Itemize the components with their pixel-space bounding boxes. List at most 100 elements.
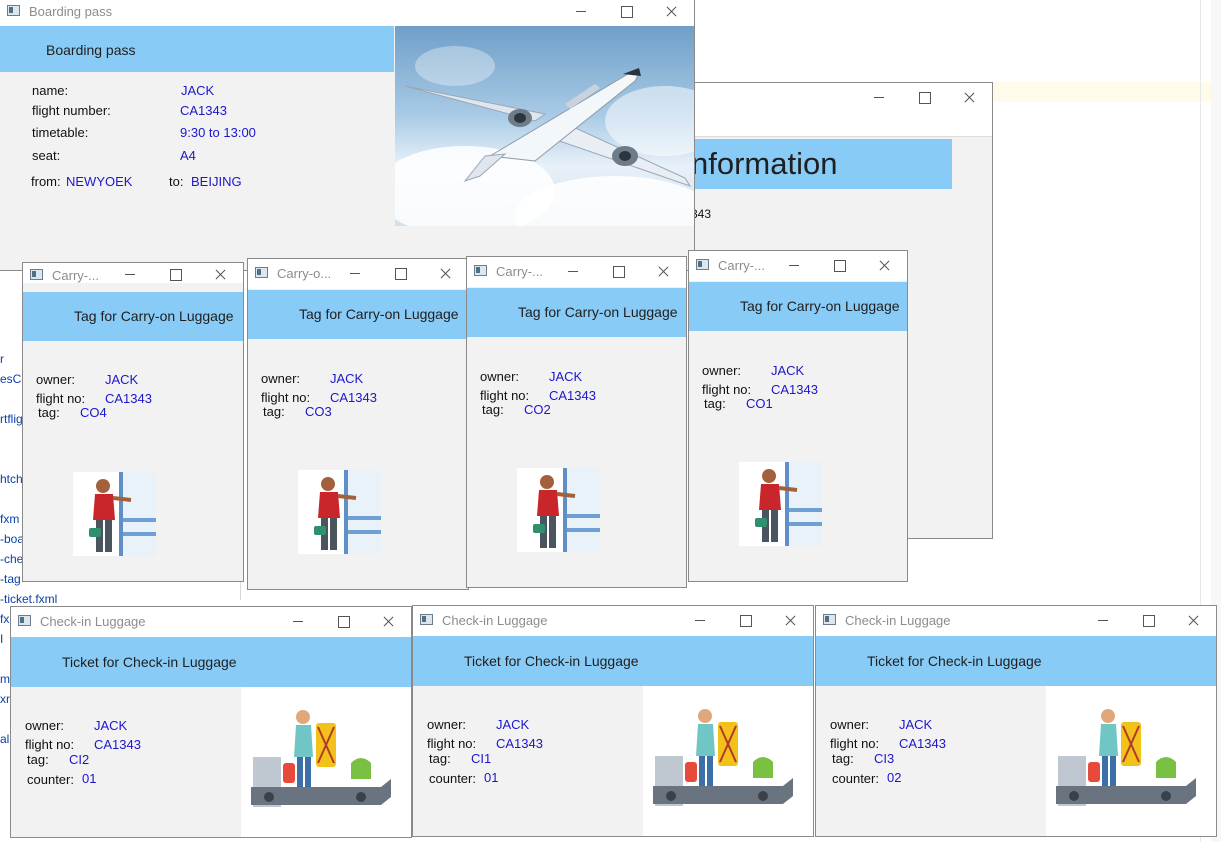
minimize-button[interactable] — [678, 606, 723, 636]
owner-value: JACK — [496, 717, 530, 732]
title-bar[interactable]: Carry-... — [467, 257, 686, 287]
project-tree-item[interactable]: fx — [0, 612, 9, 626]
close-button[interactable] — [423, 259, 468, 289]
maximize-button[interactable] — [321, 607, 366, 637]
maximize-button[interactable] — [902, 83, 947, 113]
project-tree-item[interactable]: r — [0, 352, 4, 366]
owner-label: owner: — [25, 718, 65, 733]
minimize-button[interactable] — [1081, 606, 1126, 636]
project-tree-item[interactable]: rtflig — [0, 412, 23, 426]
seat-label: seat: — [32, 148, 61, 163]
project-tree-item[interactable]: xr — [0, 692, 10, 706]
app-icon — [255, 267, 268, 278]
carry-on-heading: Tag for Carry-on Luggage — [689, 282, 907, 331]
title-bar[interactable]: Boarding pass — [0, 0, 694, 26]
maximize-button[interactable] — [817, 251, 862, 281]
information-heading: nformation — [691, 139, 952, 189]
menu-bar — [691, 113, 992, 137]
owner-label: owner: — [36, 372, 76, 387]
flight-no-label: flight no: — [25, 737, 75, 752]
close-button[interactable] — [768, 606, 813, 636]
maximize-button[interactable] — [1126, 606, 1171, 636]
tag-label: tag: — [27, 752, 49, 767]
carry-on-window-co1: Carry-... Tag for Carry-on Luggage owner… — [688, 250, 908, 582]
window-title: Carry-... — [52, 268, 99, 283]
project-tree-item[interactable]: -ticket.fxml — [0, 592, 57, 606]
airplane-icon — [404, 68, 692, 187]
close-button[interactable] — [641, 257, 686, 287]
flight-no-value: CA1343 — [94, 737, 141, 752]
close-button[interactable] — [1171, 606, 1216, 636]
window-title: Check-in Luggage — [442, 613, 548, 628]
owner-label: owner: — [702, 363, 742, 378]
title-bar[interactable]: Check-in Luggage — [11, 607, 411, 637]
title-bar[interactable] — [691, 83, 992, 113]
owner-value: JACK — [549, 369, 583, 384]
to-value: BEIJING — [191, 174, 242, 189]
traveler-icon — [89, 472, 156, 556]
close-button[interactable] — [198, 263, 243, 290]
seat-value: A4 — [180, 148, 196, 163]
flight-no-label: flight no: — [427, 736, 477, 751]
owner-label: owner: — [427, 717, 467, 732]
tag-value: CO3 — [305, 404, 332, 419]
project-tree-item[interactable]: al — [0, 732, 9, 746]
flight-no-value: CA1343 — [105, 391, 152, 406]
title-bar[interactable]: Check-in Luggage — [816, 606, 1216, 636]
minimize-button[interactable] — [333, 259, 378, 289]
project-tree-item[interactable]: -tag — [0, 572, 21, 586]
minimize-button[interactable] — [108, 263, 153, 290]
maximize-button[interactable] — [378, 259, 423, 289]
counter-label: counter: — [832, 771, 879, 786]
owner-label: owner: — [480, 369, 520, 384]
title-bar[interactable]: Check-in Luggage — [413, 606, 813, 636]
tag-value: CI3 — [874, 751, 895, 766]
window-title: Carry-... — [496, 264, 543, 279]
minimize-button[interactable] — [559, 0, 604, 27]
owner-value: JACK — [899, 717, 933, 732]
tag-label: tag: — [429, 751, 451, 766]
boarding-pass-window: Boarding pass Boarding pass name: JACK f… — [0, 0, 695, 271]
close-button[interactable] — [862, 251, 907, 281]
project-tree-item[interactable]: -boa — [0, 532, 24, 546]
maximize-button[interactable] — [596, 257, 641, 287]
check-in-window-ci2: Check-in Luggage Ticket for Check-in Lug… — [10, 606, 412, 838]
maximize-button[interactable] — [604, 0, 649, 27]
traveler-illustration — [739, 462, 822, 546]
minimize-button[interactable] — [276, 607, 321, 637]
maximize-button[interactable] — [723, 606, 768, 636]
counter-value: 01 — [484, 770, 499, 785]
traveler-illustration — [517, 468, 600, 552]
check-in-window-ci1: Check-in Luggage Ticket for Check-in Lug… — [412, 605, 814, 837]
traveler-illustration — [298, 470, 381, 554]
baggage-illustration — [241, 687, 411, 837]
tag-value: CO1 — [746, 396, 773, 411]
traveler-icon — [314, 470, 381, 554]
counter-value: 02 — [887, 770, 902, 785]
baggage-carousel-icon — [251, 710, 391, 807]
flight-no-label: flight no: — [830, 736, 880, 751]
minimize-button[interactable] — [551, 257, 596, 287]
title-bar[interactable]: Carry-... — [23, 263, 243, 283]
close-button[interactable] — [649, 0, 694, 27]
app-icon — [30, 269, 43, 280]
from-value: NEWYOEK — [66, 174, 133, 189]
project-tree-item[interactable]: -che — [0, 552, 23, 566]
title-bar[interactable]: Carry-... — [689, 251, 907, 281]
maximize-button[interactable] — [153, 263, 198, 290]
minimize-button[interactable] — [857, 83, 902, 113]
flight-no-label: flight no: — [36, 391, 86, 406]
close-button[interactable] — [947, 83, 992, 113]
boarding-pass-heading: Boarding pass — [0, 26, 394, 72]
timetable-label: timetable: — [32, 125, 89, 140]
title-bar[interactable]: Carry-o... — [248, 259, 468, 289]
project-tree-item[interactable]: fxm — [0, 512, 19, 526]
traveler-icon — [755, 462, 822, 546]
project-tree-item[interactable]: I — [0, 632, 3, 646]
flight-number-label: flight number: — [32, 103, 111, 118]
flight-no-value: CA1343 — [549, 388, 596, 403]
minimize-button[interactable] — [772, 251, 817, 281]
project-tree-item[interactable]: htch — [0, 472, 23, 486]
close-button[interactable] — [366, 607, 411, 637]
carry-on-heading: Tag for Carry-on Luggage — [23, 292, 243, 341]
